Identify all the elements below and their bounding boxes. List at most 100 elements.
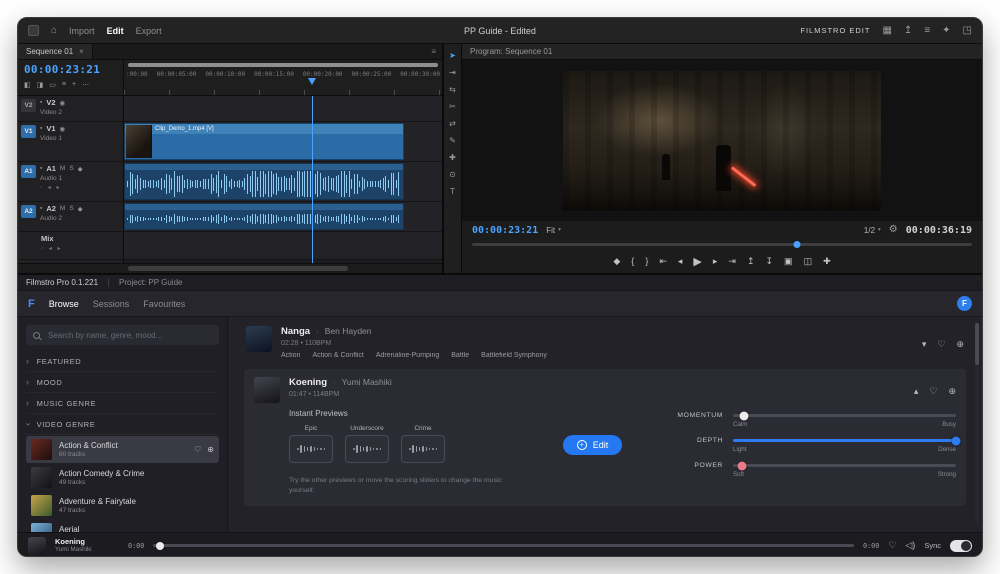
hscroll-thumb[interactable] [128,266,349,271]
tab-sessions[interactable]: Sessions [93,299,130,309]
eye-icon[interactable]: ◉ [60,99,66,107]
track-card-nanga[interactable]: Nanga · Ben Hayden 02:28 • 110BPM Action… [244,322,966,367]
track-header-a2[interactable]: A2 ▪ A2 M S ◆ Audio 2 [18,202,123,232]
lock-icon[interactable]: ▪ [40,205,42,212]
source-patch-a1[interactable]: A1 [21,165,36,178]
genre-item-aerial[interactable]: Aerial51 tracks [26,520,219,532]
lock-icon[interactable]: ▪ [40,99,42,106]
source-patch-v1[interactable]: V1 [21,125,36,138]
heart-icon[interactable]: ♡ [888,540,896,551]
track-header-a1[interactable]: A1 ▪ A1 M S ◆ Audio 1 ◦ ◂ ▸ [18,162,123,202]
button-editor-icon[interactable]: ✚ [823,256,831,267]
lift-icon[interactable]: ↥ [747,256,755,267]
scrubber-track[interactable] [472,243,972,246]
selection-tool[interactable]: ➤ [449,52,456,60]
heart-icon[interactable]: ♡ [194,445,201,454]
slider-track[interactable]: Soft Strong [733,461,956,478]
add-marker-icon[interactable]: + [72,81,76,89]
fullscreen-icon[interactable]: ◳ [963,25,972,36]
fit-dropdown[interactable]: Fit ▾ [546,226,561,235]
sequence-tab[interactable]: Sequence 01 × [18,44,93,59]
lane-a1[interactable] [124,162,442,202]
genre-item-action-comedy-crime[interactable]: Action Comedy & Crime 49 tracks [26,464,219,491]
tag[interactable]: Battle [451,352,469,359]
step-back-icon[interactable]: ◂ [678,256,683,267]
go-to-out-icon[interactable]: ⇥ [728,256,736,267]
panel-menu-icon[interactable]: ≡ [431,47,436,56]
depth-slider[interactable]: DEPTH Light Dense [661,436,961,453]
track-header-mix[interactable]: Mix ◦ ◂ ▸ [18,232,123,260]
search-box[interactable] [26,325,219,345]
search-input[interactable] [46,329,212,341]
add-icon[interactable]: ⊕ [956,339,964,350]
home-icon[interactable]: ⌂ [51,25,57,36]
track-lanes[interactable]: Clip_Demo_1.mp4 [V] [124,96,442,263]
program-timecode[interactable]: 00:00:23:21 [472,225,538,236]
timeline-timecode[interactable]: 00:00:23:21 [24,63,117,76]
snap-icon[interactable]: ▭ [49,81,56,89]
quick-export-icon[interactable]: ↥ [904,25,912,36]
video-frame[interactable] [563,70,881,211]
zoom-tool[interactable]: ⊙ [449,171,456,179]
mute-button[interactable]: M [60,165,65,172]
heart-icon[interactable]: ♡ [937,339,945,350]
overwrite-icon[interactable]: ◨ [37,81,44,89]
go-to-in-icon[interactable]: ⇤ [659,256,667,267]
tag[interactable]: Adrenaline-Pumping [376,352,439,359]
menu-export[interactable]: Export [136,26,162,36]
solo-button[interactable]: S [69,205,73,212]
power-slider[interactable]: POWER Soft Strong [661,461,956,478]
comparison-view-icon[interactable]: ◫ [804,256,813,267]
heart-icon[interactable]: ♡ [929,386,937,397]
export-frame-icon[interactable]: ▣ [784,256,793,267]
lane-mix[interactable] [124,232,442,260]
preview-underscore[interactable]: Underscore [345,425,389,463]
resolution-dropdown[interactable]: 1/2 ▾ [864,226,881,235]
menu-import[interactable]: Import [69,26,95,36]
mute-button[interactable]: M [60,205,65,212]
slider-track[interactable]: Light Dense [733,436,961,453]
audio-clip-a2[interactable] [124,203,404,230]
eye-icon[interactable]: ◉ [60,125,66,133]
source-patch-a2[interactable]: A2 [21,205,36,218]
section-video-genre[interactable]: › VIDEO GENRE [23,414,219,435]
lane-v1[interactable]: Clip_Demo_1.mp4 [V] [124,122,442,162]
timeline-settings-icon[interactable]: ⋯ [82,81,89,89]
add-icon[interactable]: ⊕ [948,386,956,397]
slider-knob[interactable] [951,436,961,445]
pen-tool[interactable]: ✎ [449,137,456,145]
scrubber-playhead[interactable] [793,241,801,248]
slider-track[interactable]: Calm Busy [733,411,956,428]
source-patch-v2[interactable]: V2 [21,99,36,112]
extract-icon[interactable]: ↧ [766,256,774,267]
program-scrubber[interactable] [472,239,972,249]
track-volume-controls[interactable]: ◦ ◂ ▸ [41,245,120,252]
genre-item-action-conflict[interactable]: Action & Conflict 60 tracks ♡ ⊕ [26,436,219,463]
timeline-ruler[interactable]: :00:00 00:00:05:00 00:00:10:00 00:00:15:… [124,60,442,95]
settings-wrench-icon[interactable]: ⚙ [889,225,898,235]
genre-item-adventure-fairytale[interactable]: Adventure & Fairytale 47 tracks [26,492,219,519]
workspaces-icon[interactable]: ▦ [882,25,891,36]
work-area-bar[interactable] [128,63,438,67]
preview-epic[interactable]: Epic [289,425,333,463]
menu-edit[interactable]: Edit [107,26,124,36]
track-volume-controls[interactable]: ◦ ◂ ▸ [40,184,120,191]
tag[interactable]: Action & Conflict [312,352,363,359]
filmstro-project-tab[interactable]: Project: PP Guide [119,278,182,287]
section-mood[interactable]: › MOOD [26,372,219,393]
tag[interactable]: Battlefield Symphony [481,352,547,359]
add-marker-icon[interactable]: ◆ [613,256,620,267]
tag[interactable]: Action [281,352,300,359]
user-avatar[interactable]: F [957,296,972,311]
player-progress-bar[interactable] [153,541,854,550]
slider-knob[interactable] [737,461,747,470]
track-header-v1[interactable]: V1 ▪ V1 ◉ Video 1 [18,122,123,162]
search-icon[interactable]: ✦ [942,25,950,36]
razor-tool[interactable]: ✂ [449,103,456,111]
scrollbar-thumb[interactable] [975,323,979,365]
linked-selection-icon[interactable]: ≡ [62,81,66,89]
video-clip[interactable]: Clip_Demo_1.mp4 [V] [124,123,404,160]
volume-icon[interactable]: ◁) [905,540,915,551]
momentum-slider[interactable]: MOMENTUM Calm Busy [661,411,956,428]
playhead-marker[interactable] [307,78,316,85]
